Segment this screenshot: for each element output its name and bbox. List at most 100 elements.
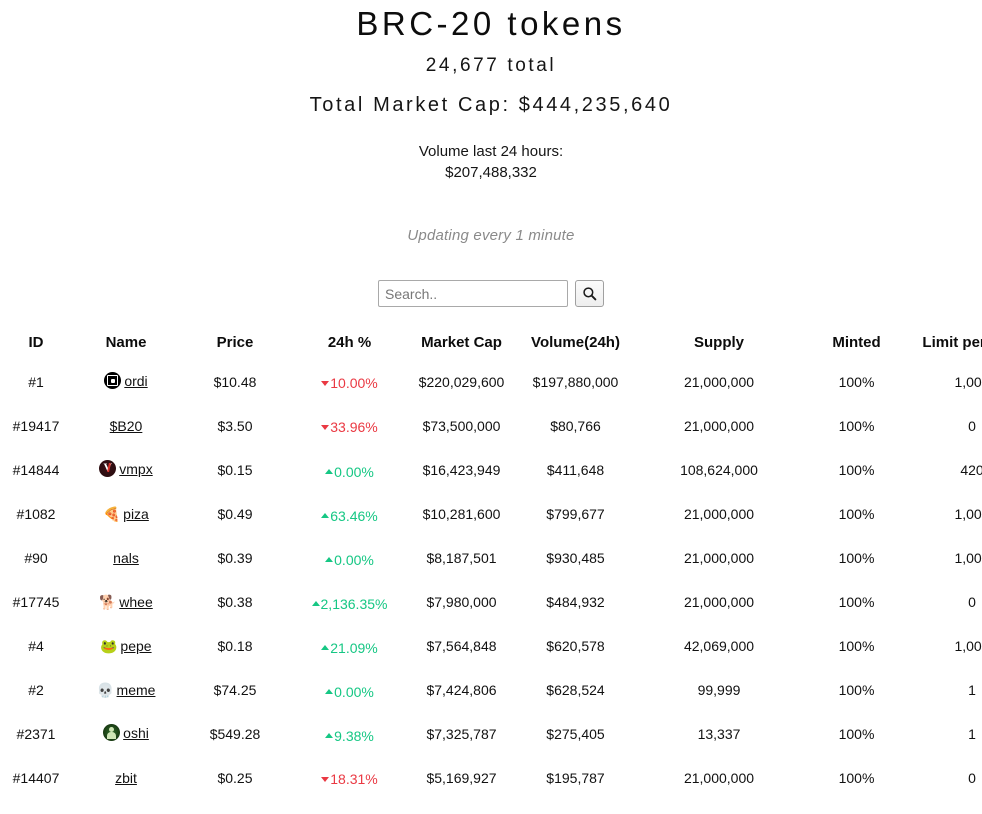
token-name-cell: $B20 <box>72 404 180 448</box>
volume-label: Volume last 24 hours: <box>418 143 564 160</box>
token-name-wrapper: zbit <box>115 770 137 786</box>
pizza-emoji-icon: 🍕 <box>103 505 121 522</box>
table-row[interactable]: #1082 🍕 piza $0.49 63.46% $10,281,600 $799,677… <box>0 492 982 536</box>
token-limit: 0 <box>968 418 976 434</box>
table-row[interactable]: #14844 vmpx $0.15 0.00% $16,423,949 $411,648 1… <box>0 448 982 492</box>
token-volume: $197,880,000 <box>532 374 619 390</box>
table-row[interactable]: #19417 $B20 $3.50 33.96% $73,500,000 $80,766 2… <box>0 404 982 448</box>
updating-notice: Updating every 1 minute <box>407 227 575 244</box>
caret-down-icon <box>321 381 330 386</box>
token-name-wrapper: nals <box>113 550 139 566</box>
token-change-cell: 0.00% <box>290 536 409 580</box>
token-id: #1 <box>28 374 44 390</box>
token-market-cap: $10,281,600 <box>422 506 501 522</box>
change-badge: 2,136.35% <box>311 595 388 612</box>
column-header-price[interactable]: Price <box>180 334 290 360</box>
column-header-name[interactable]: Name <box>72 334 180 360</box>
table-row[interactable]: #2371 oshi $549.28 9.38% $7,325,787 $275,405 1… <box>0 712 982 756</box>
change-value: 0.00% <box>334 463 374 480</box>
token-supply: 42,069,000 <box>683 638 755 654</box>
table-row[interactable]: #4 🐸 pepe $0.18 21.09% $7,564,848 $620,578 42,0… <box>0 624 982 668</box>
token-volume: $195,787 <box>546 770 605 786</box>
token-price: $10.48 <box>213 374 257 390</box>
caret-up-icon <box>325 556 334 562</box>
change-value: 2,136.35% <box>320 595 388 612</box>
token-change-cell: 63.46% <box>290 492 409 536</box>
page-header: BRC-20 tokens 24,677 total Total Market … <box>0 4 982 244</box>
column-header-market-cap[interactable]: Market Cap <box>409 334 514 360</box>
token-supply: 21,000,000 <box>683 506 755 522</box>
tokens-table-body: #1 ordi $10.48 10.00% $220,029,600 $197,880,0… <box>0 360 982 800</box>
token-change-cell: 9.38% <box>290 712 409 756</box>
token-id: #19417 <box>12 418 60 434</box>
token-name-link[interactable]: piza <box>123 506 149 522</box>
token-name-link[interactable]: whee <box>119 594 152 610</box>
change-value: 9.38% <box>334 727 374 744</box>
table-row[interactable]: #1 ordi $10.48 10.00% $220,029,600 $197,880,0… <box>0 360 982 404</box>
token-minted: 100% <box>838 506 875 522</box>
token-market-cap: $7,325,787 <box>426 726 497 742</box>
token-market-cap: $5,169,927 <box>426 770 497 786</box>
token-price: $0.38 <box>217 594 253 610</box>
token-name-cell: nals <box>72 536 180 580</box>
token-market-cap: $7,980,000 <box>426 594 497 610</box>
token-name-cell: vmpx <box>72 448 180 492</box>
search-bar <box>0 280 982 307</box>
total-tokens-count: 24,677 total <box>425 55 557 76</box>
token-name-wrapper: 🐸 pepe <box>100 638 151 655</box>
token-minted: 100% <box>838 462 875 478</box>
token-name-link[interactable]: vmpx <box>119 461 152 477</box>
token-price: $74.25 <box>213 682 257 698</box>
token-name-cell: ordi <box>72 360 180 404</box>
caret-up-icon <box>325 468 334 474</box>
token-minted: 100% <box>838 770 875 786</box>
column-header-supply[interactable]: Supply <box>637 334 801 360</box>
table-row[interactable]: #2 💀 meme $74.25 0.00% $7,424,806 $628,524 99,9… <box>0 668 982 712</box>
change-badge: 0.00% <box>325 684 374 700</box>
table-row[interactable]: #17745 🐕 whee $0.38 2,136.35% $7,980,000 $484,… <box>0 580 982 624</box>
column-header-limit[interactable]: Limit per mint <box>912 334 982 360</box>
token-name-link[interactable]: meme <box>117 682 156 698</box>
token-volume: $628,524 <box>546 682 605 698</box>
change-badge: 0.00% <box>325 464 374 480</box>
token-supply: 21,000,000 <box>683 418 755 434</box>
token-id: #17745 <box>12 594 60 610</box>
token-volume: $620,578 <box>546 638 605 654</box>
token-market-cap: $220,029,600 <box>418 374 505 390</box>
token-name-link[interactable]: ordi <box>124 373 147 389</box>
token-volume: $930,485 <box>546 550 605 566</box>
change-badge: 33.96% <box>321 419 378 435</box>
token-name-cell: oshi <box>72 712 180 756</box>
token-supply: 21,000,000 <box>683 374 755 390</box>
token-name-link[interactable]: $B20 <box>110 418 143 434</box>
column-header-id[interactable]: ID <box>0 334 72 360</box>
token-id: #1082 <box>16 506 56 522</box>
search-icon <box>582 286 597 301</box>
table-row[interactable]: #90 nals $0.39 0.00% $8,187,501 $930,485 21,00… <box>0 536 982 580</box>
token-name-link[interactable]: zbit <box>115 770 137 786</box>
token-supply: 21,000,000 <box>683 594 755 610</box>
token-limit: 420 <box>960 462 982 478</box>
token-id: #2371 <box>16 726 56 742</box>
column-header-volume[interactable]: Volume(24h) <box>514 334 637 360</box>
token-name-wrapper: 🐕 whee <box>99 594 152 611</box>
token-market-cap: $7,424,806 <box>426 682 497 698</box>
token-name-link[interactable]: pepe <box>120 638 151 654</box>
token-name-link[interactable]: nals <box>113 550 139 566</box>
table-row[interactable]: #14407 zbit $0.25 18.31% $5,169,927 $195,787 2… <box>0 756 982 800</box>
token-supply: 13,337 <box>697 726 741 742</box>
change-value: 18.31% <box>330 771 378 787</box>
column-header-minted[interactable]: Minted <box>801 334 912 360</box>
token-change-cell: 0.00% <box>290 668 409 712</box>
token-supply: 99,999 <box>697 682 741 698</box>
column-header-change[interactable]: 24h % <box>290 334 409 360</box>
token-market-cap: $73,500,000 <box>422 418 501 434</box>
page-title: BRC-20 tokens <box>356 5 626 42</box>
frog-emoji-icon: 🐸 <box>100 637 118 654</box>
change-badge: 18.31% <box>321 771 378 787</box>
search-input[interactable] <box>378 280 568 307</box>
total-market-cap: Total Market Cap: $444,235,640 <box>309 94 673 116</box>
change-value: 33.96% <box>330 419 378 435</box>
token-name-link[interactable]: oshi <box>123 725 149 741</box>
search-button[interactable] <box>575 280 604 307</box>
